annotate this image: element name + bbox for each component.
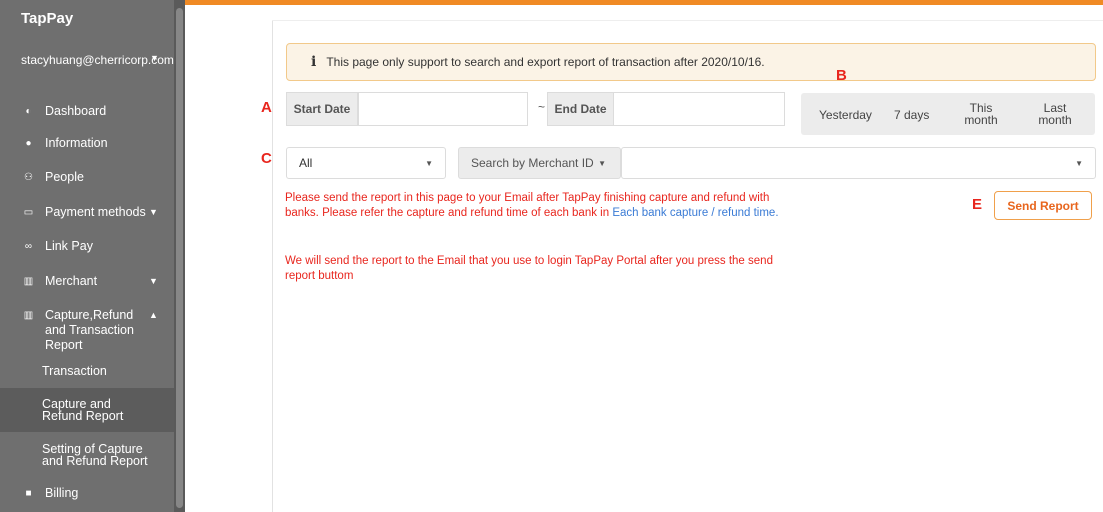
sidebar-item-label: Dashboard [45,104,107,118]
content-top-border [272,20,1103,21]
user-email[interactable]: stacyhuang@cherricorp.com [21,53,174,68]
quick-range-last-month[interactable]: Last month [1036,102,1074,126]
store-icon: ▥ [23,275,34,287]
sidebar-item-link-pay[interactable]: ∞ Link Pay [0,230,174,262]
sidebar-item-label: Merchant [45,274,98,288]
chevron-down-icon: ▼ [1075,158,1083,168]
sidebar-item-billing[interactable]: ■ Billing [0,477,174,509]
card-icon: ▭ [23,206,34,218]
end-date-label: End Date [547,92,614,126]
sidebar-item-dashboard[interactable]: ◐ Dashboard [0,95,174,127]
marker-c: C [261,150,272,167]
sidebar-item-label: Billing [45,486,79,500]
chevron-down-icon: ▼ [425,158,433,168]
quick-range-yesterday[interactable]: Yesterday [819,109,872,121]
sidebar-subitem-label: Setting of Capture and Refund Report [42,442,148,468]
date-range-separator: ~ [538,100,546,114]
brand-logo[interactable]: TapPay [21,10,73,27]
quick-range-this-month[interactable]: This month [961,102,1001,126]
sidebar-item-label: Capture,Refund and Transaction Report [45,308,134,352]
sidebar-item-merchant[interactable]: ▥ Merchant ▼ [0,265,174,297]
sidebar-item-payment-methods[interactable]: ▭ Payment methods ▼ [0,196,174,228]
info-icon: ● [25,137,32,149]
sidebar-subitem-capture-refund-report[interactable]: Capture and Refund Report [0,388,174,432]
quick-range-group: Yesterday 7 days This month Last month [801,93,1095,135]
report-instruction-text: Please send the report in this page to y… [285,191,785,221]
merchant-id-select[interactable]: ▼ [621,147,1096,179]
link-icon: ∞ [24,240,33,252]
people-icon: ⚇ [24,171,33,183]
caret-up-icon: ▲ [149,310,158,320]
start-date-input[interactable] [358,92,528,126]
bank-capture-refund-time-link[interactable]: Each bank capture / refund time [612,207,775,219]
caret-down-icon: ▼ [149,276,158,286]
search-by-label: Search by Merchant ID [471,156,594,170]
caret-down-icon: ▼ [149,207,158,217]
sidebar-item-people[interactable]: ⚇ People [0,161,174,193]
sidebar-scroll-thumb[interactable] [176,8,183,508]
notice-banner: i This page only support to search and e… [286,43,1096,81]
send-report-button[interactable]: Send Report [994,191,1092,220]
start-date-label: Start Date [286,92,358,126]
chevron-down-icon: ▼ [598,158,606,168]
info-icon: i [311,54,317,70]
type-select[interactable]: All ▼ [286,147,446,179]
sidebar-subitem-label: Capture and Refund Report [42,397,124,423]
end-date-input[interactable] [613,92,785,126]
notice-text: This page only support to search and exp… [326,55,765,69]
sidebar-item-label: Link Pay [45,239,93,253]
sidebar-item-capture-refund-report[interactable]: ▥ Capture,Refund and Transaction Report … [0,308,174,352]
sidebar-subitem-label: Transaction [42,364,107,378]
sidebar-item-label: Payment methods [45,205,146,219]
sidebar-item-information[interactable]: ● Information [0,127,174,159]
report-instruction-suffix: . [775,207,779,219]
sidebar-subitem-setting-capture-refund[interactable]: Setting of Capture and Refund Report [0,436,174,474]
marker-b: B [836,67,847,84]
content-left-border [272,20,273,512]
marker-a: A [261,99,272,116]
sidebar-item-label: People [45,170,84,184]
report-icon: ▥ [23,310,34,321]
type-select-value: All [299,156,313,170]
sidebar-item-label: Information [45,136,108,150]
sidebar: TapPay stacyhuang@cherricorp.com ▼ ◐ Das… [0,0,174,512]
sidebar-subitem-transaction[interactable]: Transaction [0,356,174,386]
report-email-note: We will send the report to the Email tha… [285,255,773,282]
search-by-select[interactable]: Search by Merchant ID ▼ [458,147,621,179]
quick-range-7-days[interactable]: 7 days [894,109,929,121]
caret-down-icon[interactable]: ▼ [150,53,159,63]
billing-icon: ■ [25,487,32,499]
marker-e: E [972,196,983,213]
dashboard-icon: ◐ [25,105,32,117]
